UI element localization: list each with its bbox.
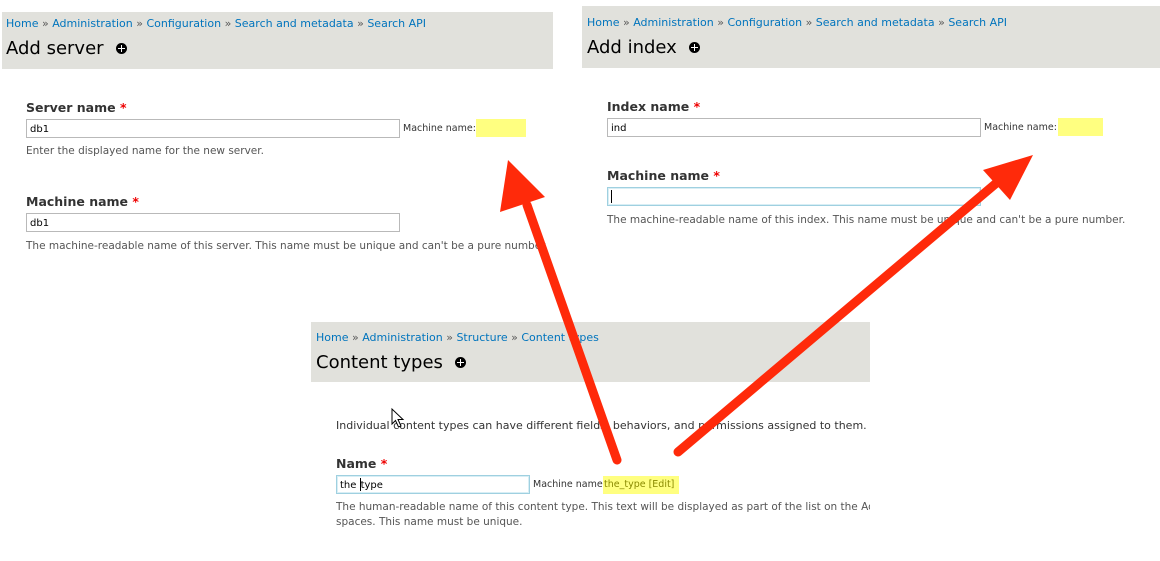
arrow-head — [983, 155, 1033, 200]
page-title-text: Content types — [316, 352, 443, 373]
machine-name-field-label: Machine name * — [607, 168, 720, 183]
breadcrumb-search-api[interactable]: Search API — [948, 16, 1007, 29]
server-name-description: Enter the displayed name for the new ser… — [26, 145, 264, 157]
required-marker: * — [380, 456, 388, 471]
machine-name-preview — [1058, 118, 1103, 136]
arrow-head — [500, 160, 545, 212]
breadcrumb-separator: » — [938, 16, 945, 29]
index-name-label-text: Index name — [607, 99, 690, 114]
machine-name-description: The machine-readable name of this server… — [26, 240, 548, 252]
server-name-label: Server name * — [26, 100, 127, 115]
breadcrumb-separator: » — [357, 17, 364, 30]
breadcrumb-structure[interactable]: Structure — [456, 331, 507, 344]
breadcrumb-separator: » — [41, 17, 49, 30]
add-shortcut-icon[interactable] — [115, 42, 127, 54]
page-title-text: Add server — [6, 38, 104, 59]
breadcrumb-separator: » — [136, 17, 143, 30]
breadcrumb-separator: » — [511, 331, 518, 344]
machine-name-input[interactable]: db1 — [26, 213, 400, 232]
machine-name-label: Machine name: — [984, 122, 1057, 133]
text-cursor — [611, 189, 612, 203]
breadcrumb-content-types[interactable]: Content types — [521, 331, 599, 344]
breadcrumb-separator: » — [351, 331, 359, 344]
intro-text: Individual content types can have differ… — [336, 419, 867, 432]
server-name-input[interactable]: db1 — [26, 119, 400, 138]
index-name-input[interactable]: ind — [607, 118, 981, 137]
breadcrumb-search-metadata[interactable]: Search and metadata — [235, 17, 354, 30]
machine-name-label: Machine name: — [403, 123, 476, 134]
page-title-text: Add index — [587, 37, 677, 58]
index-name-label: Index name * — [607, 99, 700, 114]
breadcrumb-separator: » — [717, 16, 724, 29]
required-marker: * — [132, 194, 139, 209]
breadcrumb-separator: » — [446, 331, 453, 344]
page-title: Add server — [6, 38, 127, 59]
breadcrumb-separator: » — [622, 16, 630, 29]
machine-name-preview[interactable]: the_type [Edit] — [603, 476, 679, 494]
name-value-end: type — [360, 480, 383, 491]
breadcrumb-search-metadata[interactable]: Search and metadata — [816, 16, 935, 29]
machine-name-value: db1 — [30, 218, 50, 229]
breadcrumb-home[interactable]: Home — [587, 16, 619, 29]
breadcrumb: Home » Administration » Structure » Cont… — [316, 331, 599, 344]
name-label-text: Name — [336, 456, 377, 471]
name-input[interactable]: the type — [336, 475, 530, 494]
breadcrumb-configuration[interactable]: Configuration — [146, 17, 221, 30]
machine-name-field-label: Machine name * — [26, 194, 139, 209]
machine-name-description: The machine-readable name of this index.… — [607, 214, 1126, 226]
required-marker: * — [713, 168, 720, 183]
required-marker: * — [693, 99, 701, 114]
breadcrumb: Home » Administration » Configuration » … — [6, 17, 426, 30]
breadcrumb-administration[interactable]: Administration — [362, 331, 443, 344]
name-label: Name * — [336, 456, 387, 471]
name-value-start: the — [340, 480, 360, 491]
breadcrumb-home[interactable]: Home — [316, 331, 348, 344]
breadcrumb-administration[interactable]: Administration — [52, 17, 133, 30]
breadcrumb-separator: » — [805, 16, 813, 29]
required-marker: * — [119, 100, 127, 115]
breadcrumb-search-api[interactable]: Search API — [367, 17, 426, 30]
breadcrumb-configuration[interactable]: Configuration — [727, 16, 802, 29]
server-name-label-text: Server name — [26, 100, 116, 115]
machine-name-input[interactable] — [607, 187, 981, 206]
add-shortcut-icon[interactable] — [454, 356, 466, 368]
machine-name-preview-text: the_type [Edit] — [604, 479, 675, 490]
index-name-value: ind — [611, 123, 627, 134]
machine-name-preview — [476, 119, 526, 137]
name-description-line1: The human-readable name of this content … — [336, 501, 870, 513]
page-title: Add index — [587, 37, 700, 58]
machine-name-field-label-text: Machine name — [607, 168, 710, 183]
page-title: Content types — [316, 352, 466, 373]
add-shortcut-icon[interactable] — [688, 41, 700, 53]
breadcrumb-home[interactable]: Home — [6, 17, 38, 30]
breadcrumb-administration[interactable]: Administration — [633, 16, 714, 29]
annotation-layer — [391, 155, 1033, 465]
breadcrumb-separator: » — [224, 17, 232, 30]
red-arrow-to-server-machine-name — [500, 160, 622, 465]
breadcrumb: Home » Administration » Configuration » … — [587, 16, 1007, 29]
text-cursor — [359, 477, 361, 491]
name-description-line2: spaces. This name must be unique. — [336, 516, 523, 528]
machine-name-field-label-text: Machine name — [26, 194, 129, 209]
server-name-value: db1 — [30, 124, 50, 135]
machine-name-label: Machine name: — [533, 479, 606, 490]
